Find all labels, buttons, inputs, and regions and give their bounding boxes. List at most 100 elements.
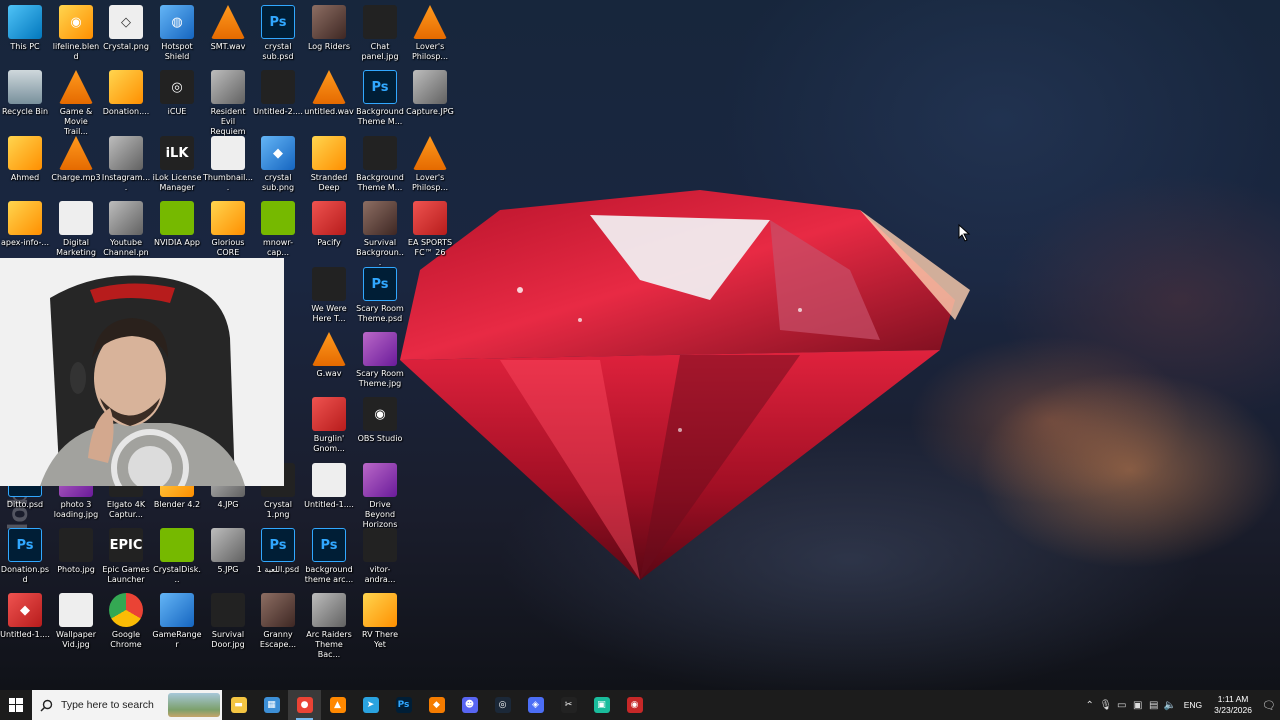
taskbar-app-button[interactable]: ☻	[453, 690, 486, 720]
desktop-shortcut[interactable]: ◇ Crystal.png	[101, 5, 151, 52]
desktop-shortcut[interactable]: vitor-andra...	[355, 528, 405, 585]
taskbar-app-button[interactable]: ▦	[255, 690, 288, 720]
game-icon	[312, 136, 346, 170]
desktop-shortcut[interactable]: Donation....	[101, 70, 151, 117]
desktop-shortcut[interactable]: Granny Escape...	[253, 593, 303, 650]
desktop-shortcut[interactable]: Thumbnail....	[203, 136, 253, 193]
desktop-shortcut[interactable]: Resident Evil Requiem	[203, 70, 253, 137]
desktop-shortcut[interactable]: EPIC Epic Games Launcher	[101, 528, 151, 585]
desktop-shortcut[interactable]: Stranded Deep	[304, 136, 354, 193]
volume-icon[interactable]: 🔈	[1162, 690, 1178, 720]
microphone-icon[interactable]: 🎙	[1098, 690, 1114, 720]
desktop-shortcut[interactable]: CrystalDisk...	[152, 528, 202, 585]
desktop-shortcut[interactable]: ◎ iCUE	[152, 70, 202, 117]
desktop-shortcut-label: Recycle Bin	[1, 107, 49, 116]
desktop-shortcut-label: Survival Door.jpg	[211, 630, 245, 649]
desktop-shortcut[interactable]: SMT.wav	[203, 5, 253, 52]
taskbar-app-button[interactable]: Ps	[387, 690, 420, 720]
desktop-shortcut[interactable]: ◆ crystal sub.png	[253, 136, 303, 193]
desktop-shortcut[interactable]: Chat panel.jpg	[355, 5, 405, 62]
desktop-shortcut[interactable]: Untitled-1....	[304, 463, 354, 510]
image-file-icon	[363, 528, 397, 562]
desktop-shortcut[interactable]: Ps Scary Room Theme.psd	[355, 267, 405, 324]
desktop-shortcut[interactable]: Ps crystal sub.psd	[253, 5, 303, 62]
taskbar-app-button[interactable]: ◈	[519, 690, 552, 720]
image-file-icon	[59, 593, 93, 627]
desktop-shortcut[interactable]: Ps Background Theme M...	[355, 70, 405, 127]
desktop-shortcut[interactable]: Scary Room Theme.jpg	[355, 332, 405, 389]
desktop-shortcut[interactable]: Lover's Philosp...	[405, 136, 455, 193]
desktop-shortcut[interactable]: Log Riders	[304, 5, 354, 52]
taskbar-app-button[interactable]: ◎	[486, 690, 519, 720]
image-file-icon	[312, 463, 346, 497]
desktop-shortcut[interactable]: Drive Beyond Horizons	[355, 463, 405, 530]
search-input[interactable]	[61, 699, 171, 711]
desktop-shortcut[interactable]: Ps اللعبة 1.psd	[253, 528, 303, 575]
desktop-shortcut[interactable]: Glorious CORE	[203, 201, 253, 258]
taskbar-app-button[interactable]: ●	[288, 690, 321, 720]
desktop-shortcut[interactable]: ◆ Untitled-1....	[0, 593, 50, 640]
desktop-shortcut[interactable]: G.wav	[304, 332, 354, 379]
language-indicator[interactable]: ENG	[1178, 700, 1208, 710]
desktop-shortcut[interactable]: untitled.wav	[304, 70, 354, 117]
desktop-shortcut[interactable]: GameRanger	[152, 593, 202, 650]
game-icon	[312, 5, 346, 39]
desktop-shortcut[interactable]: Lover's Philosp...	[405, 5, 455, 62]
desktop-shortcut[interactable]: Burglin' Gnom...	[304, 397, 354, 454]
taskbar-app-button[interactable]: ◉	[618, 690, 651, 720]
icue-icon: ◎	[160, 70, 194, 104]
desktop-shortcut[interactable]: Untitled-2....	[253, 70, 303, 117]
desktop-shortcut[interactable]: Google Chrome	[101, 593, 151, 650]
desktop-shortcut[interactable]: Wallpaper Vid.jpg	[51, 593, 101, 650]
taskbar-app-button[interactable]: ◆	[420, 690, 453, 720]
desktop-shortcut[interactable]: Survival Door.jpg	[203, 593, 253, 650]
desktop-shortcut-label: We Were Here T...	[311, 304, 347, 323]
taskbar-app-button[interactable]: ▣	[585, 690, 618, 720]
monitor-icon[interactable]: ▭	[1114, 690, 1130, 720]
desktop-shortcut[interactable]: Arc Raiders Theme Bac...	[304, 593, 354, 660]
taskbar-app-button[interactable]: ▬	[222, 690, 255, 720]
photoshop-file-icon: Ps	[261, 5, 295, 39]
desktop-shortcut[interactable]: Survival Backgroun...	[355, 201, 405, 268]
desktop-shortcut[interactable]: Game & Movie Trail...	[51, 70, 101, 137]
desktop-shortcut[interactable]: RV There Yet	[355, 593, 405, 650]
desktop-shortcut-label: Chat panel.jpg	[361, 42, 399, 61]
desktop-shortcut[interactable]: EA SPORTS FC™ 26	[405, 201, 455, 258]
desktop-shortcut[interactable]: Recycle Bin	[0, 70, 50, 117]
desktop-shortcut[interactable]: Instagram....	[101, 136, 151, 193]
epic-games-icon: EPIC	[109, 528, 143, 562]
taskbar-app-list: ▬ ▦ ● ▲ ➤ Ps ◆ ☻ ◎ ◈ ✂ ▣ ◉	[222, 690, 651, 720]
chevron-up-icon[interactable]: ⌃	[1082, 690, 1098, 720]
taskbar-search-box[interactable]	[32, 690, 222, 720]
battery-icon[interactable]: ▤	[1146, 690, 1162, 720]
desktop-shortcut[interactable]: Charge.mp3	[51, 136, 101, 183]
taskbar-app-button[interactable]: ▲	[321, 690, 354, 720]
image-file-icon	[211, 593, 245, 627]
start-button[interactable]	[0, 690, 32, 720]
desktop-shortcut[interactable]: Background Theme M...	[355, 136, 405, 193]
taskbar-app-button[interactable]: ✂	[552, 690, 585, 720]
desktop-shortcut[interactable]: We Were Here T...	[304, 267, 354, 324]
desktop-shortcut[interactable]: ◉ lifeline.blend	[51, 5, 101, 62]
desktop-shortcut[interactable]: Ps Donation.psd	[0, 528, 50, 585]
notification-icon[interactable]: 🗨	[1258, 699, 1280, 712]
desktop-shortcut-label: This PC	[10, 42, 40, 51]
crystaldisk-icon	[160, 528, 194, 562]
desktop-shortcut[interactable]: ◍ Hotspot Shield	[152, 5, 202, 62]
desktop-shortcut[interactable]: NVIDIA App	[152, 201, 202, 248]
desktop-shortcut-label: SMT.wav	[210, 42, 246, 51]
desktop-shortcut[interactable]: Ps background theme arc...	[304, 528, 354, 585]
desktop-shortcut[interactable]: Ahmed	[0, 136, 50, 183]
desktop-shortcut[interactable]: mnowr-cap...	[253, 201, 303, 258]
desktop-shortcut[interactable]: Capture.JPG	[405, 70, 455, 117]
desktop-shortcut[interactable]: Pacify	[304, 201, 354, 248]
desktop-shortcut[interactable]: 5.JPG	[203, 528, 253, 575]
desktop-shortcut[interactable]: This PC	[0, 5, 50, 52]
desktop-shortcut[interactable]: iLK iLok License Manager	[152, 136, 202, 193]
clock[interactable]: 1:11 AM 3/23/2026	[1208, 694, 1258, 716]
network-icon[interactable]: ▣	[1130, 690, 1146, 720]
desktop-shortcut[interactable]: apex-info-...	[0, 201, 50, 248]
desktop-shortcut[interactable]: Photo.jpg	[51, 528, 101, 575]
taskbar-app-button[interactable]: ➤	[354, 690, 387, 720]
desktop-shortcut[interactable]: ◉ OBS Studio	[355, 397, 405, 444]
